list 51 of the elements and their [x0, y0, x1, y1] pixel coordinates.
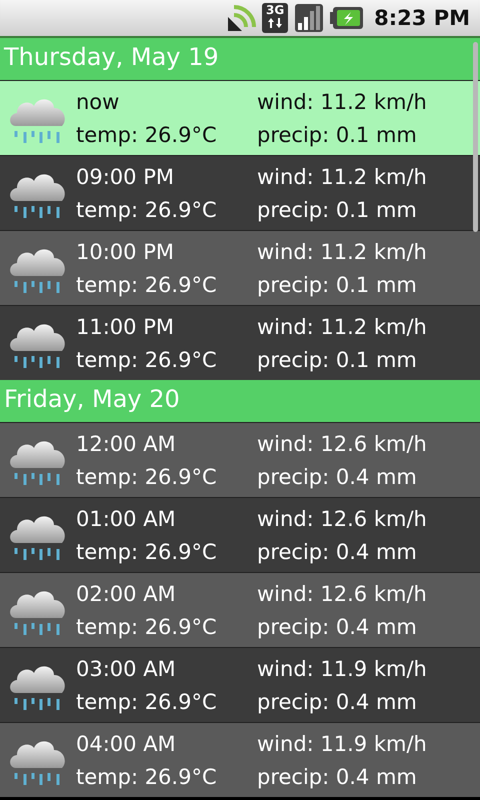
- temperature: temp: 26.9°C: [76, 614, 218, 638]
- temperature: temp: 26.9°C: [76, 122, 218, 146]
- precipitation: precip: 0.4 mm: [257, 464, 418, 488]
- day-header: Thursday, May 19: [4, 43, 219, 71]
- forecast-row[interactable]: 11:00 PM wind: 11.2 km/h temp: 26.9°C precip: 0.1 mm: [0, 305, 480, 380]
- forecast-time: 03:00 AM: [76, 656, 177, 680]
- forecast-row[interactable]: 10:00 PM wind: 11.2 km/h temp: 26.9°C precip: 0.1 mm: [0, 230, 480, 305]
- wind-speed: wind: 11.2 km/h: [257, 164, 428, 188]
- temperature: temp: 26.9°C: [76, 764, 218, 788]
- network-type-icon: 3G: [262, 3, 288, 33]
- forecast-row[interactable]: 12:00 AM wind: 12.6 km/h temp: 26.9°C precip: 0.4 mm: [0, 422, 480, 497]
- forecast-time: 12:00 AM: [76, 432, 177, 456]
- forecast-row[interactable]: 03:00 AM wind: 11.9 km/h temp: 26.9°C precip: 0.4 mm: [0, 647, 480, 722]
- forecast-time: now: [76, 90, 120, 114]
- precipitation: precip: 0.1 mm: [257, 272, 418, 296]
- forecast-row[interactable]: 04:00 AM wind: 11.9 km/h temp: 26.9°C precip: 0.4 mm: [0, 722, 480, 797]
- temperature: temp: 26.9°C: [76, 540, 218, 564]
- forecast-time: 09:00 PM: [76, 164, 175, 188]
- forecast-time: 02:00 AM: [76, 582, 177, 606]
- forecast-time: 01:00 AM: [76, 506, 177, 530]
- precipitation: precip: 0.4 mm: [257, 614, 418, 638]
- temperature: temp: 26.9°C: [76, 272, 218, 296]
- temperature: temp: 26.9°C: [76, 198, 218, 222]
- wind-speed: wind: 12.6 km/h: [257, 432, 428, 456]
- precipitation: precip: 0.1 mm: [257, 122, 418, 146]
- temperature: temp: 26.9°C: [76, 348, 218, 372]
- forecast-time: 11:00 PM: [76, 314, 175, 338]
- precipitation: precip: 0.4 mm: [257, 690, 418, 714]
- forecast-row[interactable]: 02:00 AM wind: 12.6 km/h temp: 26.9°C precip: 0.4 mm: [0, 572, 480, 647]
- battery-charging-icon: [330, 6, 364, 30]
- temperature: temp: 26.9°C: [76, 690, 218, 714]
- wind-speed: wind: 11.2 km/h: [257, 240, 428, 264]
- precipitation: precip: 0.1 mm: [257, 348, 418, 372]
- wind-speed: wind: 11.9 km/h: [257, 732, 428, 756]
- day-header: Friday, May 20: [4, 385, 180, 413]
- wind-speed: wind: 11.9 km/h: [257, 656, 428, 680]
- wind-speed: wind: 11.2 km/h: [257, 90, 428, 114]
- forecast-row[interactable]: 09:00 PM wind: 11.2 km/h temp: 26.9°C precip: 0.1 mm: [0, 155, 480, 230]
- temperature: temp: 26.9°C: [76, 464, 218, 488]
- forecast-row[interactable]: 01:00 AM wind: 12.6 km/h temp: 26.9°C precip: 0.4 mm: [0, 497, 480, 572]
- forecast-time: 04:00 AM: [76, 732, 177, 756]
- signal-icon: [294, 3, 324, 33]
- clock-time: 8:23 PM: [374, 6, 470, 30]
- precipitation: precip: 0.4 mm: [257, 540, 418, 564]
- wind-speed: wind: 12.6 km/h: [257, 506, 428, 530]
- precipitation: precip: 0.1 mm: [257, 198, 418, 222]
- precipitation: precip: 0.4 mm: [257, 764, 418, 788]
- wind-speed: wind: 12.6 km/h: [257, 582, 428, 606]
- wind-speed: wind: 11.2 km/h: [257, 314, 428, 338]
- forecast-row[interactable]: now wind: 11.2 km/h temp: 26.9°C precip: 0.1 mm: [0, 80, 480, 155]
- forecast-time: 10:00 PM: [76, 240, 175, 264]
